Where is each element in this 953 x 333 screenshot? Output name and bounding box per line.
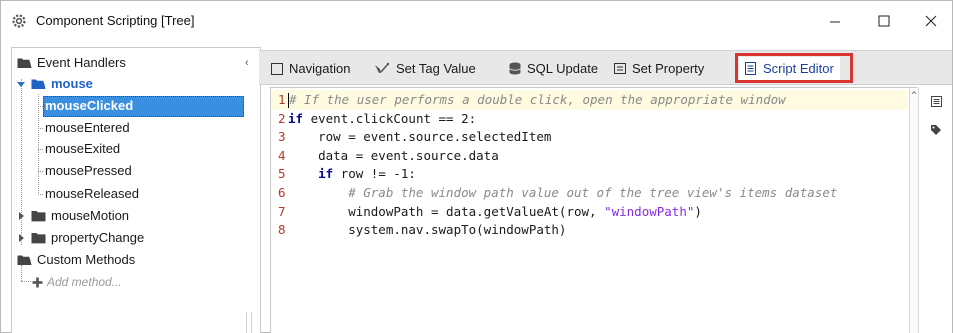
database-icon bbox=[509, 62, 521, 75]
collapse-panel-icon[interactable]: ‹ bbox=[245, 57, 253, 69]
code-text: windowPath = data.getValueAt(row, "windo… bbox=[288, 202, 702, 222]
tree-node-mouse-released[interactable]: mouseReleased bbox=[45, 184, 139, 204]
open-folder-icon bbox=[31, 79, 46, 89]
folder-icon bbox=[31, 233, 46, 244]
code-token: data = event.source.data bbox=[288, 147, 499, 163]
code-token: ) bbox=[694, 203, 702, 219]
component-scripting-window: Component Scripting [Tree] Event Handler… bbox=[0, 0, 953, 333]
window-title: Component Scripting [Tree] bbox=[36, 13, 195, 28]
tag-icon bbox=[931, 125, 941, 135]
tree-node-mouse[interactable]: mouse bbox=[31, 74, 93, 94]
tab-navigation[interactable]: Navigation bbox=[271, 57, 350, 80]
tree-guide-line bbox=[38, 149, 43, 150]
editor-side-toolbar bbox=[918, 87, 952, 333]
maximize-icon bbox=[878, 15, 890, 27]
open-folder-icon bbox=[17, 58, 32, 68]
plus-icon bbox=[32, 277, 43, 287]
code-line[interactable]: 1 # If the user performs a double click, … bbox=[271, 90, 907, 110]
tree-node-event-handlers[interactable]: Event Handlers bbox=[17, 53, 126, 73]
maximize-button[interactable] bbox=[861, 5, 907, 37]
tree-guide-line bbox=[38, 94, 39, 195]
document-list-icon bbox=[930, 95, 942, 107]
folder-icon bbox=[31, 211, 46, 222]
tree-guide-line bbox=[21, 281, 31, 282]
expand-arrow-icon[interactable] bbox=[16, 233, 26, 243]
tree-guide-line bbox=[38, 171, 43, 172]
gear-icon bbox=[12, 14, 26, 28]
collapse-arrow-icon[interactable] bbox=[16, 79, 26, 89]
tree-node-mouse-pressed[interactable]: mousePressed bbox=[45, 161, 132, 181]
tree-guide-line bbox=[38, 194, 43, 195]
code-text: # If the user performs a double click, o… bbox=[288, 90, 786, 110]
code-token: row != -1: bbox=[333, 166, 416, 182]
code-token: row = event.source.selectedItem bbox=[288, 129, 552, 145]
code-line[interactable]: 2 if event.clickCount == 2: bbox=[271, 109, 907, 129]
expand-arrow-icon[interactable] bbox=[16, 211, 26, 221]
code-text: # Grab the window path value out of the … bbox=[288, 183, 837, 203]
tree-node-mouse-clicked[interactable]: mouseClicked bbox=[45, 96, 133, 116]
code-comment: # If the user performs a double click, o… bbox=[289, 92, 786, 107]
open-folder-icon bbox=[17, 255, 32, 265]
window-icon bbox=[271, 62, 283, 75]
scroll-up-icon[interactable]: ^ bbox=[910, 91, 918, 101]
tag-browser-button[interactable] bbox=[928, 122, 944, 138]
code-comment: # Grab the window path value out of the … bbox=[288, 185, 838, 200]
property-icon bbox=[614, 63, 626, 74]
code-token: system.nav.swapTo(windowPath) bbox=[288, 222, 567, 238]
splitter-grip[interactable] bbox=[246, 312, 252, 333]
code-text: data = event.source.data bbox=[288, 146, 499, 166]
code-keyword: if bbox=[288, 110, 304, 126]
event-handler-tree: Event Handlers mouse mouseClicked mouseE… bbox=[11, 47, 261, 333]
code-text: row = event.source.selectedItem bbox=[288, 127, 551, 147]
title-bar: Component Scripting [Tree] bbox=[1, 1, 952, 41]
code-text: if event.clickCount == 2: bbox=[288, 109, 476, 129]
close-button[interactable] bbox=[908, 5, 953, 37]
tree-node-property-change[interactable]: propertyChange bbox=[31, 228, 144, 248]
tab-sql-update[interactable]: SQL Update bbox=[509, 57, 598, 80]
code-line[interactable]: 7 windowPath = data.getValueAt(row, "win… bbox=[271, 202, 907, 222]
code-string: "windowPath" bbox=[604, 203, 695, 219]
minimize-button[interactable] bbox=[812, 5, 858, 37]
code-token: windowPath = data.getValueAt(row, bbox=[288, 203, 605, 219]
tree-node-mouse-motion[interactable]: mouseMotion bbox=[31, 206, 129, 226]
code-line[interactable]: 6 # Grab the window path value out of th… bbox=[271, 183, 907, 203]
tab-set-property[interactable]: Set Property bbox=[614, 57, 704, 80]
code-text: system.nav.swapTo(windowPath) bbox=[288, 220, 566, 240]
tree-guide-line bbox=[38, 128, 43, 129]
tree-node-custom-methods[interactable]: Custom Methods bbox=[17, 250, 135, 270]
code-keyword: if bbox=[318, 166, 334, 182]
code-text: if row != -1: bbox=[288, 164, 416, 184]
tag-wand-icon bbox=[374, 62, 390, 75]
code-line[interactable]: 4 data = event.source.data bbox=[271, 146, 907, 166]
code-line[interactable]: 8 system.nav.swapTo(windowPath) bbox=[271, 220, 907, 240]
code-line[interactable]: 5 if row != -1: bbox=[271, 164, 907, 184]
document-list-button[interactable] bbox=[928, 93, 944, 109]
code-token: event.clickCount == 2: bbox=[303, 110, 477, 126]
script-editor-highlight bbox=[735, 53, 853, 83]
script-editor[interactable]: 1 # If the user performs a double click, … bbox=[270, 87, 918, 333]
close-icon bbox=[925, 15, 937, 27]
minimize-icon bbox=[830, 21, 840, 23]
tree-node-mouse-entered[interactable]: mouseEntered bbox=[45, 118, 130, 138]
tree-node-mouse-exited[interactable]: mouseExited bbox=[45, 139, 120, 159]
tab-set-tag-value[interactable]: Set Tag Value bbox=[374, 57, 476, 80]
add-method-button[interactable]: Add method... bbox=[32, 272, 122, 292]
vertical-scrollbar[interactable]: ^ bbox=[909, 88, 918, 333]
code-line[interactable]: 3 row = event.source.selectedItem bbox=[271, 127, 907, 147]
